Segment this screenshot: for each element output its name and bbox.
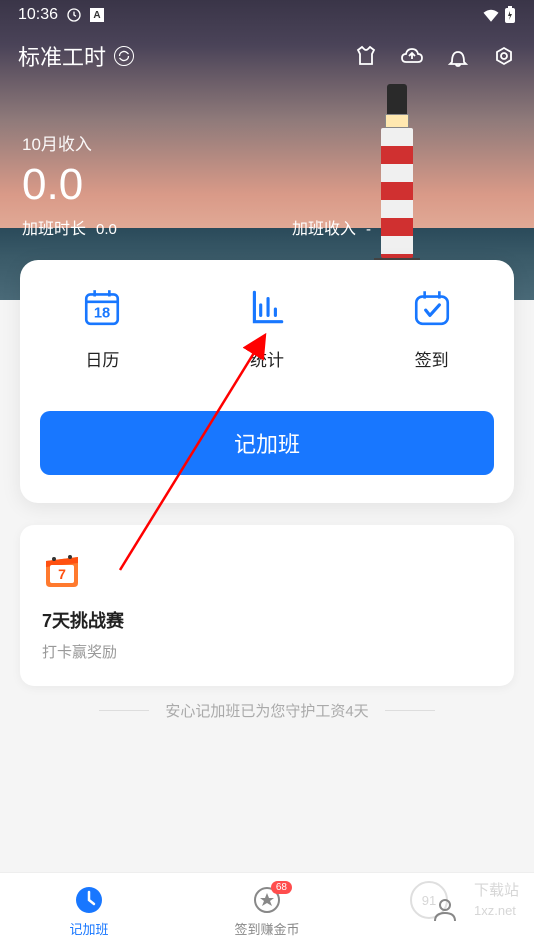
income-display[interactable]: 10月收入 0.0: [22, 130, 92, 212]
bottom-navigation: 记加班 68 签到赚金币: [0, 872, 534, 950]
coins-badge: 68: [271, 881, 292, 894]
svg-text:18: 18: [94, 306, 110, 322]
nav-stats-label: 统计: [250, 346, 284, 371]
main-nav-card: 18 日历 统计 签到 记加班: [20, 260, 514, 503]
record-overtime-button[interactable]: 记加班: [40, 411, 494, 475]
challenge-title: 7天挑战赛: [42, 607, 492, 633]
overtime-hours-label: 加班时长: [22, 215, 86, 239]
calendar-icon: 18: [79, 284, 125, 330]
nav-checkin[interactable]: 签到: [409, 284, 455, 371]
challenge-card[interactable]: 7 7天挑战赛 打卡赢奖励: [20, 525, 514, 686]
nav-stats[interactable]: 统计: [244, 284, 290, 371]
overtime-hours-value: 0.0: [96, 221, 117, 238]
checkin-icon: [409, 284, 455, 330]
star-nav-icon: 68: [252, 885, 282, 915]
overtime-income-value: -: [366, 221, 371, 238]
bell-icon[interactable]: [446, 44, 470, 68]
overtime-stats: 加班时长 0.0 加班收入 -: [0, 215, 534, 239]
app-title-text: 标准工时: [18, 40, 106, 72]
person-nav-icon: [430, 895, 460, 925]
income-label: 10月收入: [22, 130, 92, 155]
record-button-label: 记加班: [234, 427, 300, 459]
settings-icon[interactable]: [492, 44, 516, 68]
app-title[interactable]: 标准工时: [18, 40, 134, 72]
cloud-upload-icon[interactable]: [400, 44, 424, 68]
challenge-subtitle: 打卡赢奖励: [42, 641, 492, 662]
status-time: 10:36: [18, 6, 58, 24]
stats-icon: [244, 284, 290, 330]
bottom-nav-coins-label: 签到赚金币: [234, 919, 299, 938]
status-bar: 10:36 A: [0, 0, 534, 30]
app-header: 标准工时: [0, 40, 534, 72]
bottom-nav-record[interactable]: 记加班: [0, 873, 178, 950]
overtime-income[interactable]: 加班收入 -: [242, 215, 512, 239]
clock-nav-icon: [74, 885, 104, 915]
nav-calendar-label: 日历: [85, 346, 119, 371]
clock-icon: [66, 7, 82, 23]
challenge-calendar-icon: 7: [42, 549, 82, 589]
nav-checkin-label: 签到: [415, 346, 449, 371]
wifi-icon: [482, 8, 500, 22]
guard-message: 安心记加班已为您守护工资4天: [0, 700, 534, 721]
shirt-icon[interactable]: [354, 44, 378, 68]
header-actions: [354, 44, 516, 68]
bottom-nav-record-label: 记加班: [69, 919, 108, 938]
income-value: 0.0: [22, 159, 92, 212]
battery-icon: [504, 6, 516, 24]
bottom-nav-coins[interactable]: 68 签到赚金币: [178, 873, 356, 950]
svg-text:7: 7: [58, 566, 66, 582]
hero-section: 标准工时 10月收入 0.0 加班时长 0.0 加班收入 -: [0, 0, 534, 300]
overtime-income-label: 加班收入: [292, 215, 356, 239]
nav-calendar[interactable]: 18 日历: [79, 284, 125, 371]
overtime-hours[interactable]: 加班时长 0.0: [22, 215, 242, 239]
sync-icon: [114, 46, 134, 66]
guard-message-text: 安心记加班已为您守护工资4天: [165, 700, 368, 721]
status-indicator: A: [90, 8, 104, 22]
bottom-nav-mine[interactable]: [356, 873, 534, 950]
